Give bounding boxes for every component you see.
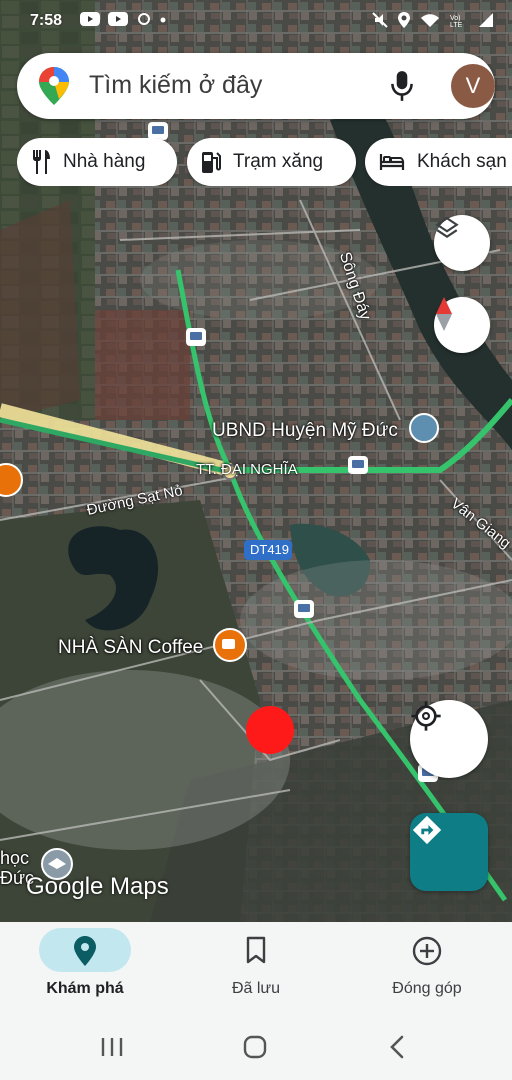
- layers-button[interactable]: [434, 215, 490, 271]
- ubnd-label[interactable]: UBND Huyện Mỹ Đức: [212, 420, 398, 442]
- tab-label: Khám phá: [46, 980, 124, 997]
- bookmark-icon: [246, 936, 266, 964]
- directions-button[interactable]: [410, 813, 488, 891]
- chip-hotels[interactable]: Khách sạn: [365, 138, 512, 186]
- explore-pin-icon: [74, 936, 96, 966]
- wifi-icon: [421, 14, 439, 27]
- bottom-navigation: Khám phá Đã lưu Đóng góp: [0, 922, 512, 1018]
- coffee-label[interactable]: NHÀ SÀN Coffee: [58, 637, 203, 659]
- home-icon[interactable]: [242, 1034, 268, 1060]
- notification-icons: [80, 12, 166, 26]
- chip-restaurants[interactable]: Nhà hàng: [17, 138, 177, 186]
- microphone-icon[interactable]: [389, 69, 415, 103]
- category-chips: Nhà hàng Trạm xăng Khách sạn: [17, 138, 512, 186]
- chip-label: Khách sạn: [417, 151, 507, 172]
- google-maps-pin-icon: [39, 67, 69, 105]
- tab-explore[interactable]: Khám phá: [0, 922, 170, 1018]
- dot-icon: [160, 17, 166, 23]
- recent-apps-icon[interactable]: [100, 1036, 124, 1058]
- chip-gas-stations[interactable]: Trạm xăng: [187, 138, 356, 186]
- restaurant-icon: [33, 150, 50, 174]
- compass-button[interactable]: [434, 297, 490, 353]
- search-bar[interactable]: Tìm kiếm ở đây V: [17, 53, 495, 119]
- volte-icon: Vo)LTE: [450, 15, 463, 28]
- gas-station-icon: [202, 152, 221, 173]
- tab-saved[interactable]: Đã lưu: [171, 922, 341, 1018]
- back-icon[interactable]: [388, 1034, 406, 1060]
- location-icon: [398, 12, 410, 28]
- mute-icon: [372, 12, 388, 28]
- gear-icon: [138, 13, 150, 25]
- search-input[interactable]: Tìm kiếm ở đây: [89, 71, 262, 100]
- selected-location-marker: [246, 706, 294, 754]
- system-navigation-bar: [0, 1018, 512, 1080]
- chip-label: Nhà hàng: [63, 151, 146, 172]
- status-bar: 7:58 Vo) LTE: [0, 0, 512, 44]
- status-time: 7:58: [30, 12, 63, 29]
- system-status-icons: Vo) LTE: [372, 12, 494, 28]
- road-dt419-label: DT419: [250, 542, 290, 557]
- google-maps-logo: Google Maps: [26, 873, 169, 900]
- tab-label: Đã lưu: [231, 980, 281, 997]
- compass-icon: [436, 297, 452, 331]
- tab-contribute[interactable]: Đóng góp: [342, 922, 512, 1018]
- chip-label: Trạm xăng: [233, 151, 324, 172]
- add-circle-icon: [412, 936, 442, 966]
- hotel-icon: [379, 154, 405, 170]
- svg-text:Vo): Vo): [450, 15, 461, 22]
- signal-icon: [479, 13, 493, 27]
- svg-text:LTE: LTE: [450, 22, 463, 28]
- directions-icon: [412, 815, 442, 845]
- town-label[interactable]: TT. ĐẠI NGHĨA: [196, 461, 298, 478]
- tab-label: Đóng góp: [392, 980, 462, 997]
- layers-icon: [435, 216, 459, 238]
- account-avatar[interactable]: V: [451, 64, 495, 108]
- youtube-icon: [80, 12, 100, 26]
- crosshair-icon: [411, 701, 441, 731]
- youtube-icon: [108, 12, 128, 26]
- my-location-button[interactable]: [410, 700, 488, 778]
